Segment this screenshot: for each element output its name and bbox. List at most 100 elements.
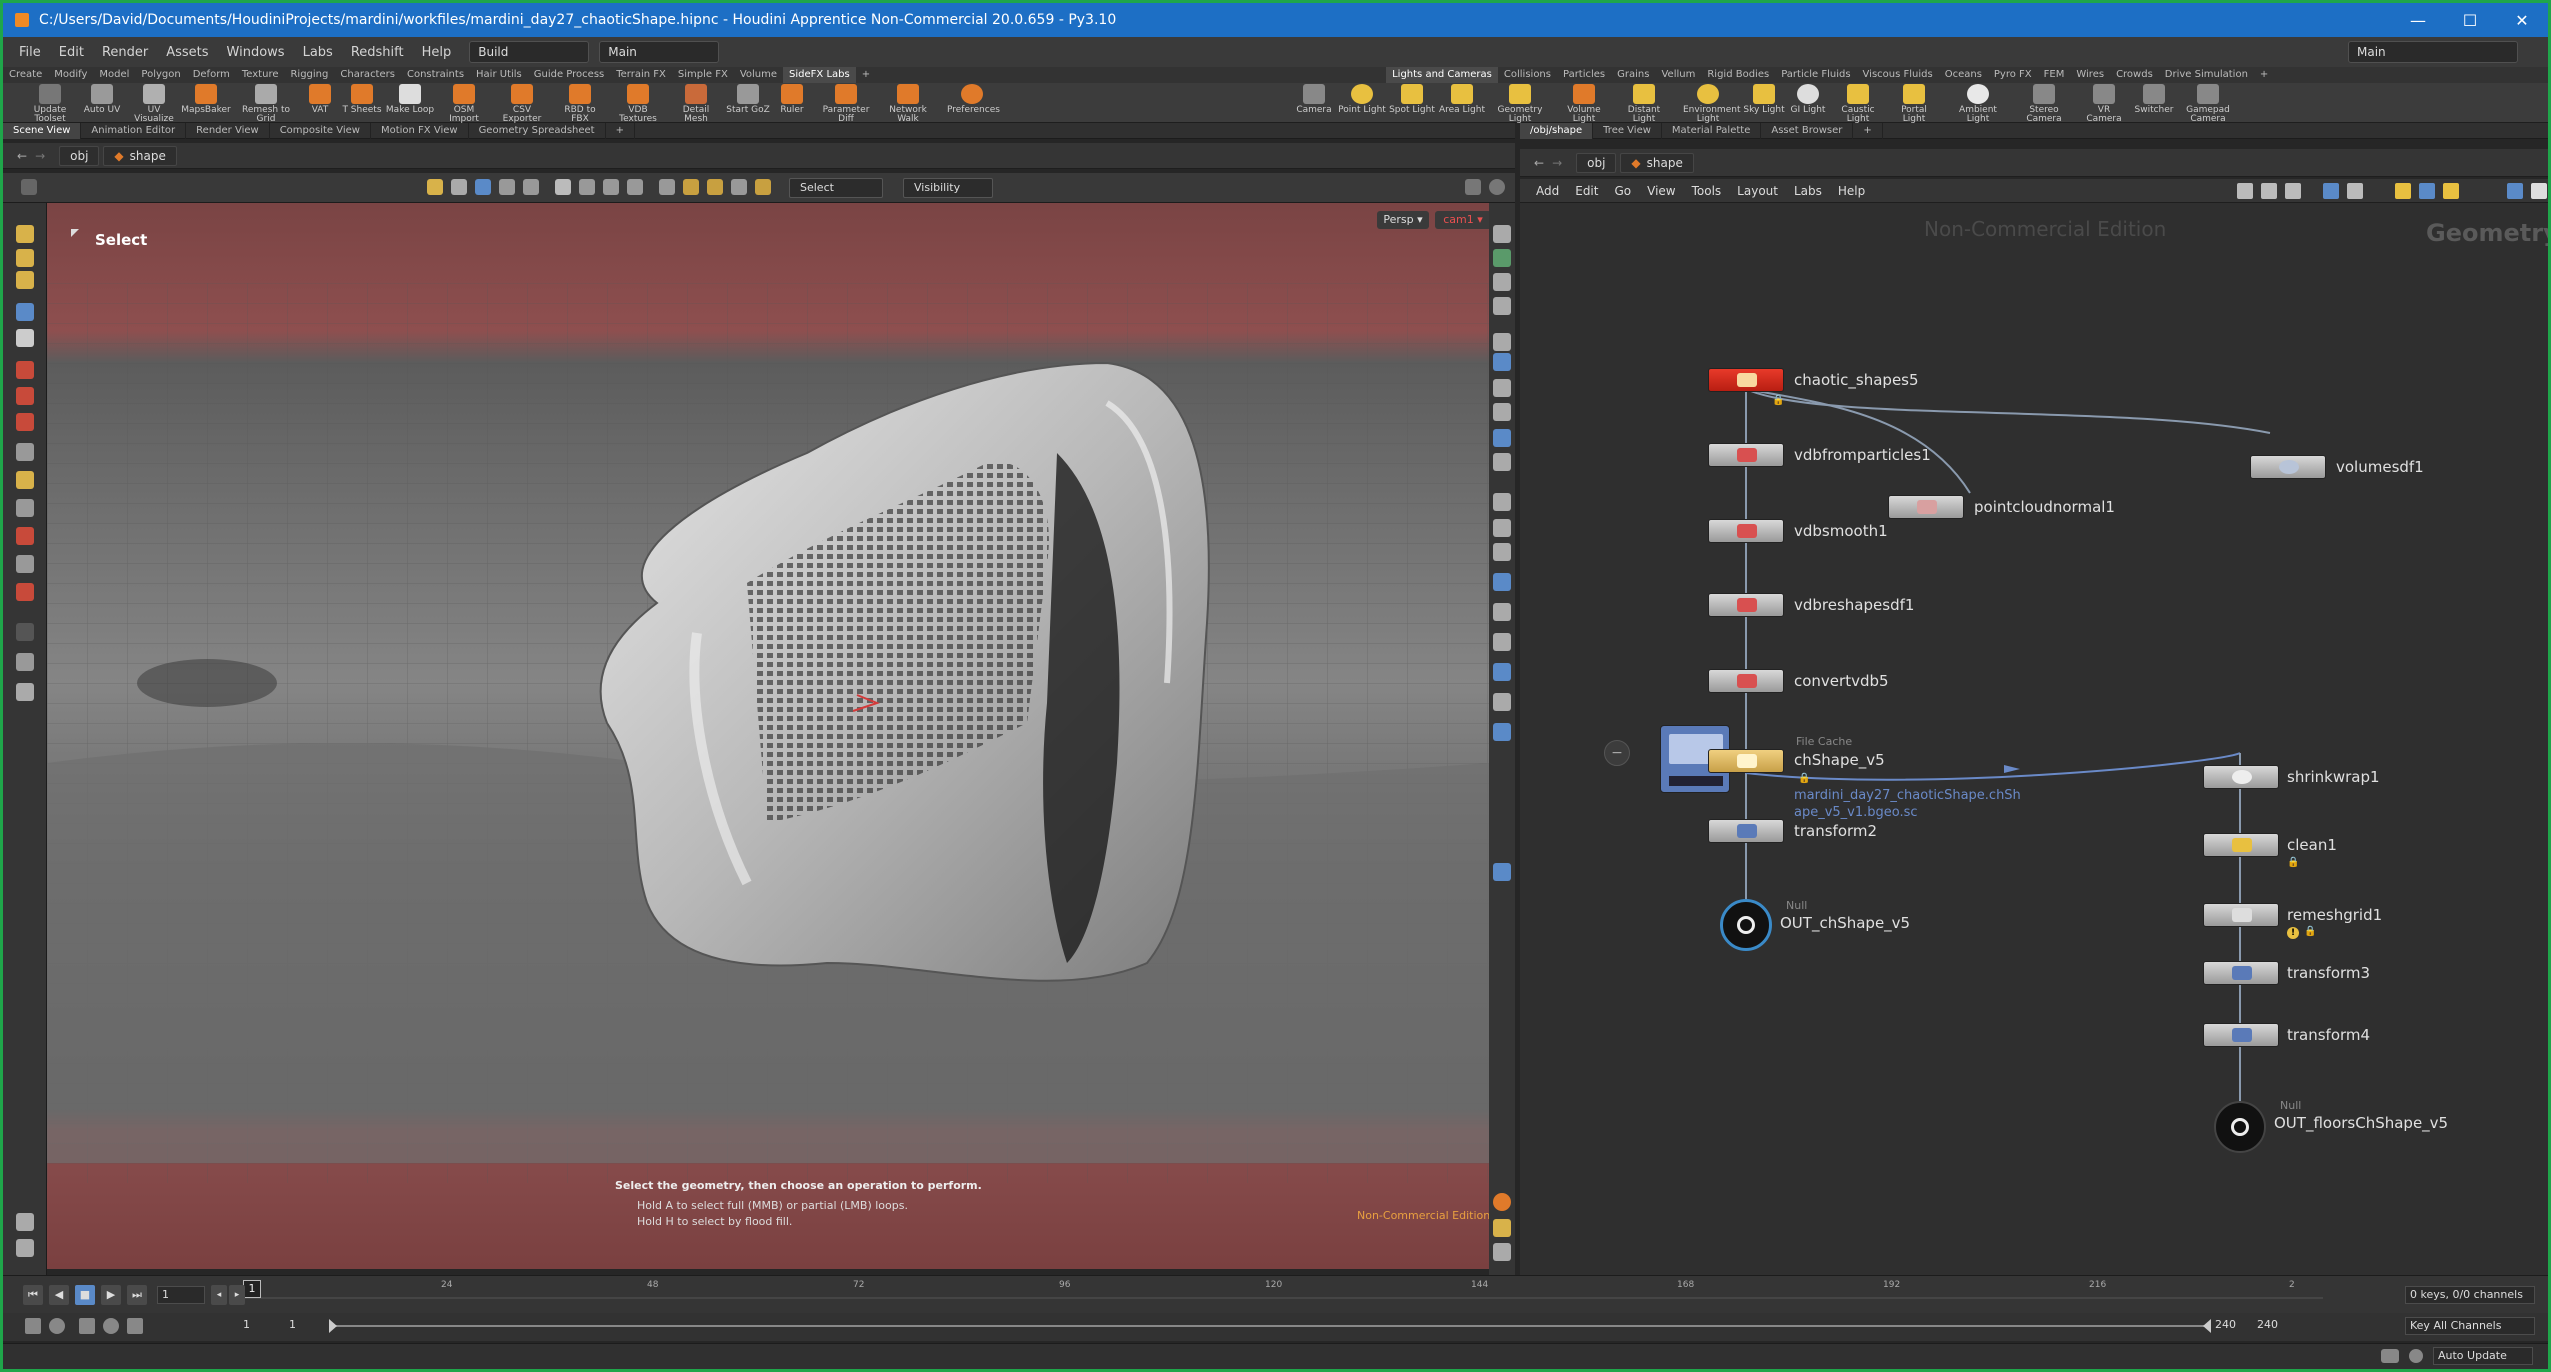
back-arrow-icon[interactable]: ← xyxy=(17,149,27,163)
lock-icon[interactable] xyxy=(16,329,34,347)
tool-mapsbaker[interactable]: MapsBaker xyxy=(181,84,231,115)
shelf-tab[interactable]: Viscous Fluids xyxy=(1857,67,1939,83)
tab-geometry-spreadsheet[interactable]: Geometry Spreadsheet xyxy=(469,122,606,139)
select-visible-icon[interactable] xyxy=(659,179,675,195)
tool-start-goz[interactable]: Start GoZ xyxy=(723,84,773,115)
numbers-icon[interactable] xyxy=(1493,543,1511,561)
add-shelf-tab-button[interactable]: + xyxy=(2254,67,2274,83)
tool-auto-uv[interactable]: Auto UV xyxy=(77,84,127,115)
scene-viewport[interactable]: Select Persp ▾ cam1 ▾ Select the geometr… xyxy=(47,203,1489,1269)
snap-tool-icon[interactable] xyxy=(16,471,34,489)
rotate-tool-icon[interactable] xyxy=(16,387,34,405)
shelf-tab[interactable]: Collisions xyxy=(1498,67,1557,83)
tool-distant-light[interactable]: Distant Light xyxy=(1619,84,1669,124)
menu-labs[interactable]: Labs xyxy=(303,45,333,60)
node-remeshgrid1[interactable] xyxy=(2203,903,2279,927)
tool-update-toolset[interactable]: Update Toolset xyxy=(25,84,75,124)
tab-motion-fx-view[interactable]: Motion FX View xyxy=(371,122,469,139)
tool-rbd-to-fbx[interactable]: RBD to FBX xyxy=(555,84,605,124)
shelf-tab[interactable]: Pyro FX xyxy=(1988,67,2038,83)
flag-icon[interactable] xyxy=(2395,183,2411,199)
tab-tree-view[interactable]: Tree View xyxy=(1593,122,1662,139)
select-groups-icon[interactable] xyxy=(683,179,699,195)
net-menu-edit[interactable]: Edit xyxy=(1575,184,1598,198)
tool-vdb-textures[interactable]: VDB Textures xyxy=(613,84,663,124)
range-slider[interactable] xyxy=(333,1325,2209,1327)
menu-assets[interactable]: Assets xyxy=(166,45,208,60)
handle-tool-icon[interactable] xyxy=(16,225,34,243)
tool-portal-light[interactable]: Portal Light xyxy=(1889,84,1939,124)
tool-camera[interactable]: Camera xyxy=(1289,84,1339,115)
list-view-icon[interactable] xyxy=(2285,183,2301,199)
tool-t-sheets[interactable]: T Sheets xyxy=(337,84,387,115)
current-frame-marker[interactable]: 1 xyxy=(243,1280,261,1298)
tab-composite-view[interactable]: Composite View xyxy=(270,122,371,139)
shelf-tab[interactable]: Deform xyxy=(187,67,236,83)
path-crumb-shape[interactable]: ◆ shape xyxy=(103,145,177,166)
display-flag-icon[interactable] xyxy=(2419,183,2435,199)
range-end-field[interactable]: 240 xyxy=(2215,1318,2236,1331)
shelf-tab[interactable]: FEM xyxy=(2038,67,2071,83)
lock-camera-icon[interactable] xyxy=(1493,273,1511,291)
shelf-tab-active[interactable]: SideFX Labs xyxy=(783,67,856,83)
net-menu-labs[interactable]: Labs xyxy=(1794,184,1822,198)
node-clean1[interactable] xyxy=(2203,833,2279,857)
shelf-tab[interactable]: Drive Simulation xyxy=(2159,67,2254,83)
bounding-box-icon[interactable] xyxy=(1493,603,1511,621)
grid-handle-icon[interactable] xyxy=(21,179,37,195)
tab-network-view[interactable]: /obj/shape xyxy=(1520,122,1594,139)
tool-volume-light[interactable]: Volume Light xyxy=(1559,84,1609,124)
record-icon[interactable] xyxy=(1493,1193,1511,1211)
refresh-icon[interactable] xyxy=(2409,1349,2423,1363)
shelf-tab[interactable]: Rigging xyxy=(284,67,334,83)
background-icon[interactable] xyxy=(1493,403,1511,421)
path-crumb-shape[interactable]: ◆ shape xyxy=(1620,152,1694,173)
tool-csv-exporter[interactable]: CSV Exporter xyxy=(497,84,547,124)
node-shrinkwrap1[interactable] xyxy=(2203,765,2279,789)
shelf-tab[interactable]: Modify xyxy=(48,67,93,83)
range-end-field-2[interactable]: 240 xyxy=(2257,1318,2278,1331)
pin-icon[interactable] xyxy=(2237,183,2253,199)
grid-display-icon[interactable] xyxy=(1493,1219,1511,1237)
network-box-icon[interactable] xyxy=(2323,183,2339,199)
node-transform3[interactable] xyxy=(2203,961,2279,985)
select-connected-icon[interactable] xyxy=(707,179,723,195)
measure-icon[interactable] xyxy=(1493,863,1511,881)
shelf-tab[interactable]: Volume xyxy=(734,67,783,83)
key-icon[interactable] xyxy=(127,1318,143,1334)
select-secure-icon[interactable] xyxy=(755,179,771,195)
play-button[interactable]: ▶ xyxy=(101,1285,121,1305)
camera-tool-icon[interactable] xyxy=(16,653,34,671)
menu-windows[interactable]: Windows xyxy=(227,45,285,60)
shelf-tab[interactable]: Hair Utils xyxy=(470,67,528,83)
node-transform4[interactable] xyxy=(2203,1023,2279,1047)
tool-sky-light[interactable]: Sky Light xyxy=(1739,84,1789,115)
tool-spot-light[interactable]: Spot Light xyxy=(1387,84,1437,115)
auto-update-dropdown[interactable]: Auto Update xyxy=(2433,1347,2533,1365)
brush-select-icon[interactable] xyxy=(603,179,619,195)
tool-detail-mesh[interactable]: Detail Mesh xyxy=(671,84,721,124)
right-context-dropdown[interactable]: Main xyxy=(2348,41,2518,63)
shelf-tab-active[interactable]: Lights and Cameras xyxy=(1386,67,1498,83)
back-arrow-icon[interactable]: ← xyxy=(1534,156,1544,170)
light-icon[interactable] xyxy=(1493,379,1511,397)
normals-icon[interactable] xyxy=(1493,493,1511,511)
box-select-icon[interactable] xyxy=(555,179,571,195)
collapse-button[interactable]: − xyxy=(1604,740,1630,766)
tool-osm-import[interactable]: OSM Import xyxy=(439,84,489,124)
select-mode-icon[interactable] xyxy=(427,179,443,195)
net-menu-add[interactable]: Add xyxy=(1536,184,1559,198)
sync-icon[interactable] xyxy=(103,1318,119,1334)
snapshot-display-icon[interactable] xyxy=(1493,1243,1511,1261)
warning-icon[interactable]: ! xyxy=(2287,927,2299,939)
vertex-icon[interactable] xyxy=(1493,693,1511,711)
shelf-tab[interactable]: Oceans xyxy=(1939,67,1988,83)
tab-render-view[interactable]: Render View xyxy=(186,122,270,139)
add-tab-button[interactable]: + xyxy=(606,122,635,139)
close-button[interactable]: ✕ xyxy=(2496,3,2548,37)
tool-point-light[interactable]: Point Light xyxy=(1337,84,1387,115)
context-dropdown[interactable]: Main xyxy=(599,41,720,63)
shelf-tab[interactable]: Grains xyxy=(1611,67,1655,83)
paint-tool-icon[interactable] xyxy=(16,527,34,545)
edge-select-icon[interactable] xyxy=(523,179,539,195)
